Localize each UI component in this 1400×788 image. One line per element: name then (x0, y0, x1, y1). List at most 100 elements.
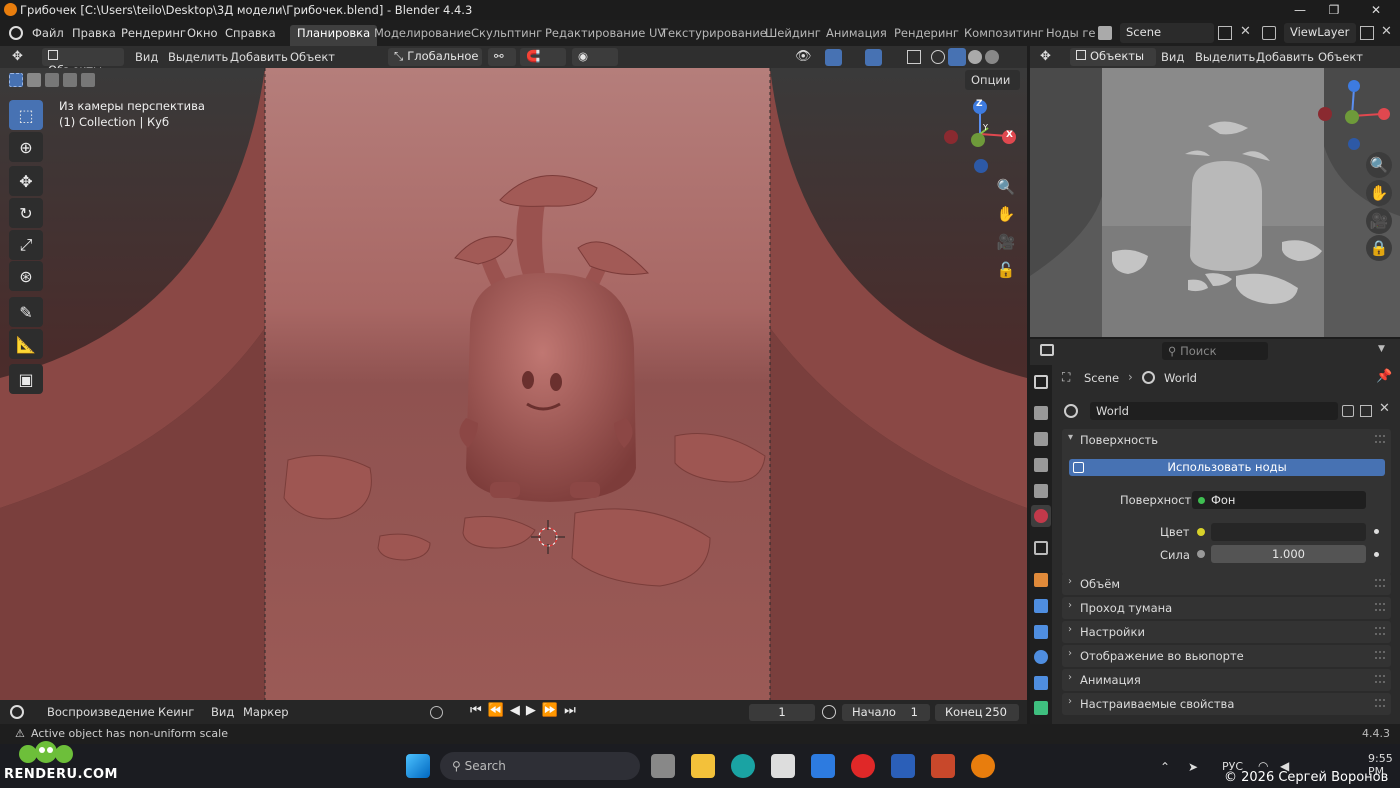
menu-object[interactable]: Объект (290, 50, 335, 64)
shading-material-icon[interactable] (968, 50, 982, 64)
navigation-gizmo[interactable]: Z X Y (940, 96, 1020, 176)
tab-uv-editing[interactable]: Редактирование UV (538, 25, 672, 41)
constraints-tab-icon[interactable] (1034, 676, 1048, 690)
3d-viewport[interactable]: ⬚ ⊕ ✥ ↻ ⤢ ⊛ ✎ 📐 ▣ Из камеры перспектива … (0, 68, 1027, 700)
chevron-down-icon[interactable]: ▼ (1378, 344, 1385, 354)
panel-drag-icon[interactable] (1375, 699, 1385, 707)
menu-window[interactable]: Окно (187, 26, 218, 40)
lock-icon[interactable]: 🔓 (993, 257, 1019, 283)
menu-render[interactable]: Рендеринг (121, 26, 186, 40)
pivot-point-icon[interactable]: ⚯ (488, 48, 516, 66)
add-cube-tool-icon[interactable]: ▣ (9, 364, 43, 394)
panel-drag-icon[interactable] (1375, 435, 1385, 443)
physics-tab-icon[interactable] (1034, 650, 1048, 664)
panel-drag-icon[interactable] (1375, 651, 1385, 659)
blender-taskbar-icon[interactable] (971, 754, 995, 778)
editor-type-icon[interactable]: ✥ (12, 49, 23, 64)
preview-menu-object[interactable]: Объект (1318, 50, 1363, 64)
viewport-display-panel[interactable]: › Отображение во вьюпорте (1062, 645, 1391, 667)
tab-sculpting[interactable]: Скульптинг (464, 25, 549, 41)
yandex-browser-icon[interactable] (851, 754, 875, 778)
transform-orientation-dropdown[interactable]: ⤡ Глобальное (388, 48, 482, 66)
collection-tab-icon[interactable] (1034, 541, 1048, 555)
pin-icon[interactable]: 📌 (1376, 369, 1392, 384)
tab-texturing[interactable]: Текстурирование (654, 25, 774, 41)
rotate-tool-icon[interactable]: ↻ (9, 198, 43, 228)
taskbar-search-box[interactable]: ⚲ Search (440, 752, 640, 780)
shading-solid-icon[interactable] (948, 48, 966, 66)
menu-edit[interactable]: Правка (72, 26, 116, 40)
menu-marker[interactable]: Маркер (243, 705, 289, 719)
preview-lock-icon[interactable]: 🔒 (1366, 235, 1392, 261)
output-tab-icon[interactable] (1034, 432, 1048, 446)
tab-animation[interactable]: Анимация (819, 25, 894, 41)
remove-view-layer-icon[interactable]: ✕ (1381, 24, 1392, 39)
color-socket-icon[interactable] (1197, 528, 1205, 536)
zoom-icon[interactable]: 🔍 (993, 174, 1019, 200)
close-button[interactable]: ✕ (1356, 0, 1396, 20)
overlay-toggle-icon[interactable] (865, 49, 882, 66)
panel-drag-icon[interactable] (1375, 675, 1385, 683)
panel-drag-icon[interactable] (1375, 579, 1385, 587)
tab-layout[interactable]: Планировка (290, 25, 378, 46)
options-dropdown[interactable]: Опции (965, 70, 1020, 90)
tray-network-icon[interactable]: ➤ (1188, 760, 1198, 774)
settings-panel[interactable]: › Настройки (1062, 621, 1391, 643)
scene-selector[interactable]: Scene (1120, 23, 1214, 43)
preview-zoom-icon[interactable]: 🔍 (1366, 152, 1392, 178)
camera-view-icon[interactable]: 🎥 (993, 229, 1019, 255)
world-name-field[interactable]: World (1090, 402, 1338, 420)
visibility-icon[interactable]: 👁 (795, 49, 812, 64)
world-tab-icon[interactable] (1034, 509, 1048, 523)
proportional-editing-icon[interactable]: ◉ (572, 48, 618, 66)
powerpoint-icon[interactable] (931, 754, 955, 778)
shading-rendered-icon[interactable] (985, 50, 999, 64)
select-box-tool-icon[interactable]: ⬚ (9, 100, 43, 130)
microsoft-store-icon[interactable] (771, 754, 795, 778)
menu-playback[interactable]: Воспроизведение (47, 705, 155, 719)
windows-start-icon[interactable] (406, 754, 430, 778)
preview-editor-type-icon[interactable]: ✥ (1040, 49, 1051, 64)
select-invert-icon[interactable] (63, 73, 77, 87)
task-view-icon[interactable] (651, 754, 675, 778)
pan-hand-icon[interactable]: ✋ (993, 201, 1019, 227)
strength-socket-icon[interactable] (1197, 550, 1205, 558)
tab-shading[interactable]: Шейдинг (758, 25, 828, 41)
use-nodes-button[interactable]: Использовать ноды (1069, 459, 1385, 476)
word-icon[interactable] (891, 754, 915, 778)
frame-end-field[interactable]: Конец 250 (935, 704, 1019, 721)
preview-camera-icon[interactable]: 🎥 (1366, 208, 1392, 234)
auto-keying-icon[interactable] (430, 706, 443, 719)
measure-tool-icon[interactable]: 📐 (9, 329, 43, 359)
preview-pan-hand-icon[interactable]: ✋ (1366, 180, 1392, 206)
modifier-tab-icon[interactable] (1034, 599, 1048, 613)
cursor-tool-icon[interactable]: ⊕ (9, 132, 43, 162)
data-tab-icon[interactable] (1034, 701, 1048, 715)
panel-drag-icon[interactable] (1375, 603, 1385, 611)
surface-shader-field[interactable]: Фон (1192, 491, 1366, 509)
object-tab-icon[interactable] (1034, 573, 1048, 587)
particles-tab-icon[interactable] (1034, 625, 1048, 639)
tab-compositing[interactable]: Композитинг (957, 25, 1051, 41)
menu-file[interactable]: Файл (32, 26, 64, 40)
unlink-world-icon[interactable]: ✕ (1379, 401, 1390, 416)
world-browse-icon[interactable] (1064, 404, 1078, 418)
volume-panel[interactable]: › Объём (1062, 573, 1391, 595)
playback-controls-icon[interactable]: ⏮⏪◀▶⏩⏭ (470, 703, 582, 718)
tab-modeling[interactable]: Моделирование (367, 25, 478, 41)
view-layer-tab-icon[interactable] (1034, 458, 1048, 472)
file-explorer-icon[interactable] (691, 754, 715, 778)
mist-pass-panel[interactable]: › Проход тумана (1062, 597, 1391, 619)
preview-menu-select[interactable]: Выделить (1195, 50, 1255, 64)
menu-add[interactable]: Добавить (230, 50, 288, 64)
scene-icon[interactable] (1098, 26, 1112, 40)
move-tool-icon[interactable]: ✥ (9, 166, 43, 196)
gizmo-toggle-icon[interactable] (825, 49, 842, 66)
menu-view[interactable]: Вид (135, 50, 158, 64)
properties-editor-type-icon[interactable] (1040, 344, 1054, 356)
properties-search-input[interactable]: ⚲ Поиск (1162, 342, 1268, 360)
camera-preview-viewport[interactable]: 🔍 ✋ 🎥 🔒 (1030, 46, 1400, 337)
fake-user-icon[interactable] (1342, 405, 1354, 417)
menu-keying[interactable]: Кеинг (158, 705, 194, 719)
new-view-layer-icon[interactable] (1360, 26, 1374, 40)
